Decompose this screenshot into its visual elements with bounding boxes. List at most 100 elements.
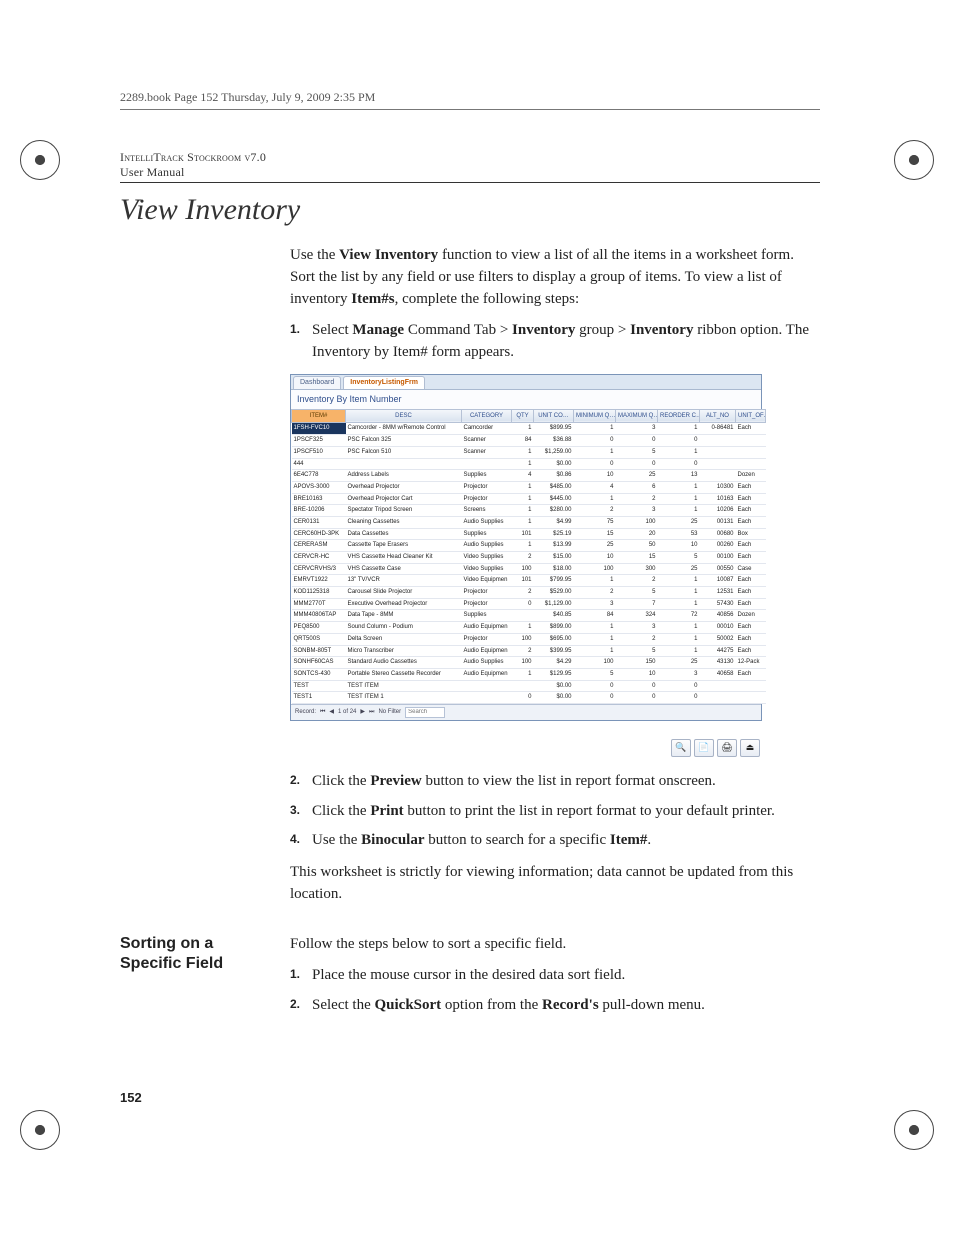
table-cell: Portable Stereo Cassette Recorder	[346, 668, 462, 680]
table-row[interactable]: TESTTEST ITEM$0.00000	[292, 680, 766, 692]
table-cell	[462, 692, 512, 704]
table-cell: 6	[616, 481, 658, 493]
table-row[interactable]: SONHF60CASStandard Audio CassettesAudio …	[292, 657, 766, 669]
table-cell: Box	[736, 528, 766, 540]
table-row[interactable]: SONTCS-430Portable Stereo Cassette Recor…	[292, 668, 766, 680]
table-row[interactable]: QRT500SDelta ScreenProjector100$695.0012…	[292, 633, 766, 645]
nav-prev-icon[interactable]: ◀	[329, 708, 334, 717]
table-cell: Camcorder - 8MM w/Remote Control	[346, 423, 462, 435]
column-header[interactable]: ITEM#	[292, 409, 346, 423]
tab-dashboard[interactable]: Dashboard	[293, 376, 341, 389]
table-cell: Data Cassettes	[346, 528, 462, 540]
table-cell: 1	[658, 598, 700, 610]
text: Click the	[312, 803, 370, 819]
table-row[interactable]: APOVS-3000Overhead ProjectorProjector1$4…	[292, 481, 766, 493]
column-header[interactable]: ALT_NO	[700, 409, 736, 423]
table-cell: 25	[574, 540, 616, 552]
table-cell: $1,259.00	[534, 446, 574, 458]
column-header[interactable]: CATEGORY	[462, 409, 512, 423]
column-header[interactable]: MAXIMUM Q…	[616, 409, 658, 423]
table-cell: 0	[658, 692, 700, 704]
table-cell: 1	[574, 633, 616, 645]
table-cell: 0	[658, 435, 700, 447]
table-row[interactable]: 1FSH-FVC10Camcorder - 8MM w/Remote Contr…	[292, 423, 766, 435]
table-row[interactable]: EMRVT192213" TV/VCRVideo Equipmen101$799…	[292, 575, 766, 587]
table-cell: 6E4C778	[292, 470, 346, 482]
column-header[interactable]: REORDER C…	[658, 409, 700, 423]
nav-last-icon[interactable]: ⏭	[369, 708, 374, 717]
table-cell: EMRVT1922	[292, 575, 346, 587]
text-bold: Preview	[370, 773, 421, 789]
search-input[interactable]	[405, 707, 445, 718]
table-row[interactable]: CERC60HD-3PKData CassettesSupplies101$25…	[292, 528, 766, 540]
table-cell: BRE-10206	[292, 505, 346, 517]
table-row[interactable]: 4441$0.00000	[292, 458, 766, 470]
table-cell: 10	[574, 552, 616, 564]
table-cell: Each	[736, 622, 766, 634]
table-cell: Audio Equipmen	[462, 645, 512, 657]
no-filter-label[interactable]: No Filter	[378, 708, 401, 717]
table-cell	[700, 692, 736, 704]
table-cell: 2	[512, 587, 534, 599]
table-cell: Supplies	[462, 610, 512, 622]
text-bold: Inventory	[630, 322, 693, 338]
table-row[interactable]: 1PSCF510PSC Falcon 510Scanner1$1,259.001…	[292, 446, 766, 458]
table-cell: $0.00	[534, 692, 574, 704]
text: pull-down menu.	[599, 997, 705, 1013]
print-button[interactable]: 🖨	[717, 739, 737, 757]
preview-button[interactable]: 📄	[694, 739, 714, 757]
step-number: 4.	[290, 831, 300, 848]
table-row[interactable]: CER0131Cleaning CassettesAudio Supplies1…	[292, 516, 766, 528]
table-cell: Scanner	[462, 446, 512, 458]
table-cell: SONHF60CAS	[292, 657, 346, 669]
table-cell	[700, 680, 736, 692]
table-row[interactable]: MMM40806TAPData Tape - 8MMSupplies$40.85…	[292, 610, 766, 622]
table-cell: Sound Column - Podium	[346, 622, 462, 634]
table-cell: 100	[616, 516, 658, 528]
column-header[interactable]: UNIT_OF…	[736, 409, 766, 423]
tab-inventory-listing[interactable]: InventoryListingFrm	[343, 376, 425, 389]
table-cell: 3	[616, 505, 658, 517]
table-cell: Micro Transcriber	[346, 645, 462, 657]
column-header[interactable]: MINIMUM Q…	[574, 409, 616, 423]
step-number: 2.	[290, 772, 300, 789]
table-row[interactable]: 6E4C778Address LabelsSupplies4$0.8610251…	[292, 470, 766, 482]
column-header[interactable]: QTY	[512, 409, 534, 423]
nav-next-icon[interactable]: ▶	[360, 708, 365, 717]
table-row[interactable]: MMM2770TExecutive Overhead ProjectorProj…	[292, 598, 766, 610]
table-row[interactable]: BRE10163Overhead Projector CartProjector…	[292, 493, 766, 505]
table-row[interactable]: CERVCR-HCVHS Cassette Head Cleaner KitVi…	[292, 552, 766, 564]
table-row[interactable]: PEQ8500Sound Column - PodiumAudio Equipm…	[292, 622, 766, 634]
table-cell: 1	[512, 540, 534, 552]
table-cell: 1	[512, 516, 534, 528]
table-cell: 0	[616, 680, 658, 692]
table-cell: $695.00	[534, 633, 574, 645]
table-row[interactable]: BRE-10206Spectator Tripod ScreenScreens1…	[292, 505, 766, 517]
table-cell	[700, 446, 736, 458]
table-row[interactable]: CERERASMCassette Tape ErasersAudio Suppl…	[292, 540, 766, 552]
table-cell: PSC Falcon 325	[346, 435, 462, 447]
table-cell: 1	[658, 575, 700, 587]
table-row[interactable]: SONBM-805TMicro TranscriberAudio Equipme…	[292, 645, 766, 657]
table-row[interactable]: 1PSCF325PSC Falcon 325Scanner84$36.88000	[292, 435, 766, 447]
table-cell: 10087	[700, 575, 736, 587]
table-cell: 00680	[700, 528, 736, 540]
table-row[interactable]: KOD1125318Carousel Slide ProjectorProjec…	[292, 587, 766, 599]
text: Use the	[312, 832, 361, 848]
table-cell: VHS Cassette Head Cleaner Kit	[346, 552, 462, 564]
table-cell: Each	[736, 645, 766, 657]
inventory-table: ITEM#DESCCATEGORYQTYUNIT CO…MINIMUM Q…MA…	[291, 409, 766, 704]
binocular-button[interactable]: 🔍	[671, 739, 691, 757]
column-header[interactable]: UNIT CO…	[534, 409, 574, 423]
table-cell: Executive Overhead Projector	[346, 598, 462, 610]
nav-first-icon[interactable]: ⏮	[320, 708, 325, 717]
record-label: Record:	[295, 708, 316, 717]
crop-header: 2289.book Page 152 Thursday, July 9, 200…	[120, 90, 820, 110]
table-cell: Overhead Projector	[346, 481, 462, 493]
table-row[interactable]: TEST1TEST ITEM 10$0.00000	[292, 692, 766, 704]
column-header[interactable]: DESC	[346, 409, 462, 423]
table-cell: 5	[616, 446, 658, 458]
close-button[interactable]: ⏏	[740, 739, 760, 757]
table-cell: Projector	[462, 598, 512, 610]
table-row[interactable]: CERVCRVHS/3VHS Cassette CaseVideo Suppli…	[292, 563, 766, 575]
